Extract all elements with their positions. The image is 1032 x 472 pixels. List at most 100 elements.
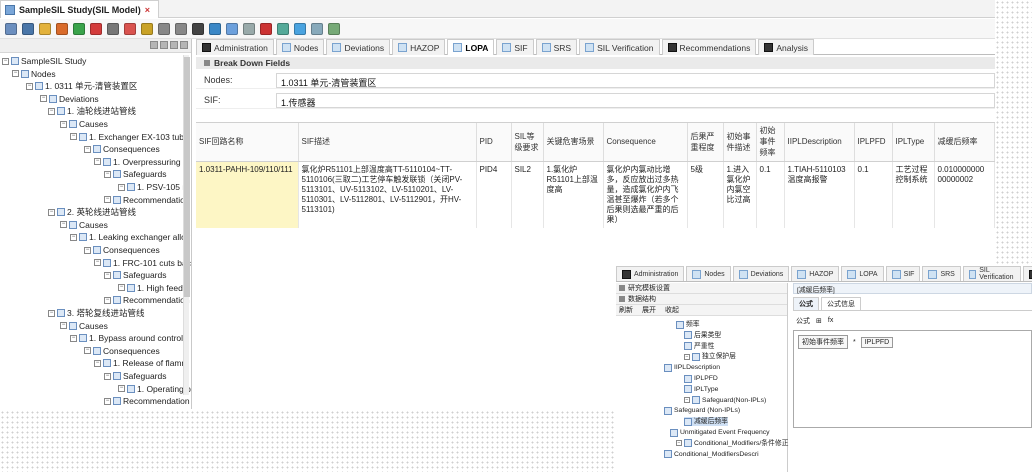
column-header[interactable]: IPLPFD — [854, 123, 893, 162]
expand-toggle-icon[interactable]: − — [104, 170, 111, 178]
table-cell[interactable]: 1.0311-PAHH-109/110/111 — [196, 161, 299, 228]
toolbar-button-icon[interactable] — [39, 22, 51, 35]
toolbar-button-icon[interactable] — [175, 22, 187, 35]
expand-toggle-icon[interactable]: − — [94, 359, 101, 367]
tree-deviation[interactable]: − 2. 英轮线进站管线 — [48, 206, 136, 218]
template-settings-bar[interactable]: 研究模板设置 — [616, 283, 787, 294]
nodes-field[interactable]: 1.0311 单元-清管装置区 — [276, 72, 995, 88]
expand-toggle-icon[interactable]: − — [684, 397, 690, 404]
formula-icon[interactable]: ⊞ — [816, 317, 822, 325]
formula-subtab[interactable]: 公式信息 — [821, 297, 861, 310]
formula-token[interactable]: 初始事件频率 — [798, 335, 848, 349]
expand-toggle-icon[interactable]: − — [84, 347, 91, 355]
expand-toggle-icon[interactable]: − — [70, 133, 77, 141]
document-tab[interactable]: SampleSIL Study(SIL Model) × — [0, 0, 159, 18]
expand-toggle-icon[interactable]: − — [2, 57, 9, 65]
field-tree-item[interactable]: 减缓后频率 — [684, 417, 728, 427]
minimize-icon[interactable] — [170, 41, 178, 49]
expand-toggle-icon[interactable]: − — [676, 440, 682, 447]
tree-causes[interactable]: − Causes — [60, 219, 108, 231]
toolbar-button-icon[interactable] — [141, 22, 153, 35]
toolbar-button-icon[interactable] — [260, 22, 272, 35]
tab-nodes[interactable]: Nodes — [275, 39, 325, 55]
table-cell[interactable]: 1.TIAH-5110103温度高报警 — [784, 161, 855, 228]
secondary-tab[interactable]: Administration — [616, 266, 685, 281]
field-tree-item[interactable]: Conditional_ModifiersDescri — [664, 450, 759, 459]
tree-recommendations[interactable]: − Recommendation — [104, 395, 190, 407]
expand-toggle-icon[interactable]: − — [104, 397, 111, 405]
expand-toggle-icon[interactable]: − — [40, 95, 47, 103]
field-tree-item[interactable]: 严重性 — [684, 342, 714, 351]
field-tree-item[interactable]: 频率 — [676, 320, 700, 329]
tab-srs[interactable]: SRS — [535, 39, 578, 55]
tree-safeguard[interactable]: − 1. High feed s — [118, 282, 189, 294]
formula-token[interactable]: * — [850, 338, 859, 347]
toolbar-button-icon[interactable] — [56, 22, 68, 35]
expand-toggle-icon[interactable]: − — [684, 353, 690, 360]
tree-cause[interactable]: − 1. Exchanger EX-103 tube — [70, 131, 189, 143]
expand-toggle-icon[interactable]: − — [48, 208, 55, 216]
toolbar-button-icon[interactable] — [311, 22, 323, 35]
secondary-tab[interactable]: Deviations — [732, 266, 790, 281]
field-tree-item[interactable]: IIPLDescription — [664, 363, 720, 372]
expand-toggle-icon[interactable]: − — [48, 107, 55, 115]
sif-field[interactable]: 1.传感器 — [276, 92, 995, 108]
scroll-thumb[interactable] — [184, 57, 190, 297]
toolbar-button-icon[interactable] — [277, 22, 289, 35]
tree-consequence[interactable]: − 1. FRC-101 cuts bac — [94, 257, 191, 269]
expand-toggle-icon[interactable]: − — [84, 145, 91, 153]
table-cell[interactable]: 0.1 — [756, 161, 785, 228]
toolbar-button-icon[interactable] — [73, 22, 85, 35]
column-header[interactable]: 后果严重程度 — [687, 123, 724, 162]
tab-administration[interactable]: Administration — [196, 39, 274, 55]
formula-token[interactable]: IPLPFD — [860, 337, 894, 348]
field-tree-item[interactable]: Unmitigated Event Frequency — [670, 428, 770, 437]
formula-editor[interactable]: 初始事件频率 * IPLPFD — [793, 330, 1032, 428]
column-header[interactable]: 初始事件描述 — [723, 123, 757, 162]
secondary-tab[interactable]: Nodes — [686, 266, 731, 281]
tab-sif[interactable]: SIF — [496, 39, 534, 55]
tab-lopa[interactable]: LOPA — [447, 39, 495, 55]
tab-hazop[interactable]: HAZOP — [392, 39, 446, 55]
secondary-tab[interactable]: LOPA — [841, 266, 884, 281]
table-cell[interactable]: 0.1 — [854, 161, 893, 228]
expand-toggle-icon[interactable]: − — [118, 183, 125, 191]
field-tree-item[interactable]: − Conditional_Modifiers/条件修正 — [676, 439, 788, 448]
tree-cause[interactable]: − 1. Leaking exchanger allov — [70, 231, 190, 243]
toolbar-button-icon[interactable] — [90, 22, 102, 35]
expand-icon[interactable] — [160, 41, 168, 49]
table-cell[interactable]: 氯化炉内氯动比增多，反应放出过多热量，造成氯化炉内飞温甚至爆炸（若多个后果则选最… — [603, 161, 688, 228]
tab-analysis[interactable]: Analysis — [758, 39, 815, 55]
tree-safeguard[interactable]: − 1. PSV-105 re — [118, 181, 190, 193]
expand-toggle-icon[interactable]: − — [104, 372, 111, 380]
tab-sil-verification[interactable]: SIL Verification — [579, 39, 660, 55]
tree-cause[interactable]: − 1. Bypass around control · — [70, 332, 188, 344]
toolbar-button-icon[interactable] — [192, 22, 204, 35]
toolbar-button-icon[interactable] — [328, 22, 340, 35]
table-cell[interactable]: 工艺过程控制系统 — [892, 161, 935, 228]
expand-toggle-icon[interactable]: − — [12, 70, 19, 78]
toolbar-button-icon[interactable] — [294, 22, 306, 35]
expand-toggle-icon[interactable]: − — [104, 196, 111, 204]
tree-recommendations[interactable]: − Recommendation — [104, 194, 190, 206]
close-icon[interactable]: × — [145, 5, 150, 15]
toolbar-button-icon[interactable] — [124, 22, 136, 35]
tree-causes[interactable]: − Causes — [60, 118, 108, 130]
column-header[interactable]: IPLType — [892, 123, 935, 162]
column-header[interactable]: 减缓后频率 — [934, 123, 995, 162]
function-button[interactable]: fx — [828, 317, 833, 324]
toolbar-button-icon[interactable] — [5, 22, 17, 35]
field-tree-item[interactable]: Safeguard (Non-IPLs) — [664, 406, 740, 415]
expand-toggle-icon[interactable]: − — [48, 309, 55, 317]
tree-action-button[interactable]: 刷新 — [619, 305, 633, 315]
field-tree-item[interactable]: − 独立保护层 — [684, 352, 736, 361]
tree-consequences[interactable]: − Consequences — [84, 143, 160, 155]
tab-deviations[interactable]: Deviations — [326, 39, 391, 55]
tree-safeguards[interactable]: − Safeguards — [104, 370, 166, 382]
tree-deviation[interactable]: − 1. 油轮线进站管线 — [48, 105, 136, 117]
table-cell[interactable]: 0.010000000 00000002 — [934, 161, 995, 228]
tree-consequences[interactable]: − Consequences — [84, 244, 160, 256]
tree-safeguards[interactable]: − Safeguards — [104, 168, 166, 180]
maximize-icon[interactable] — [180, 41, 188, 49]
tree-consequence[interactable]: − 1. Overpressuring o — [94, 156, 188, 168]
